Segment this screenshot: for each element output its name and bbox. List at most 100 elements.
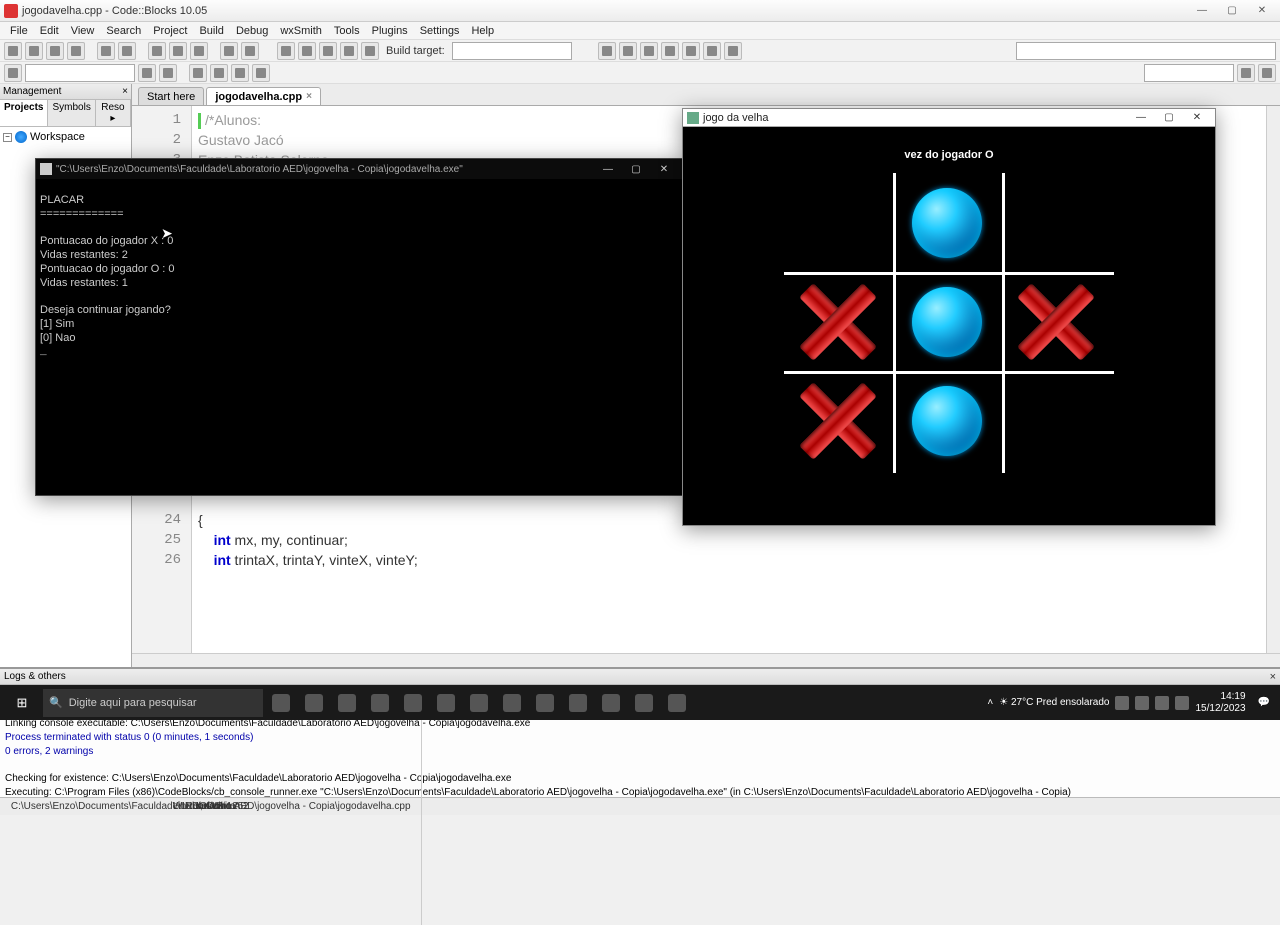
search-go-button[interactable] <box>1237 64 1255 82</box>
board-cell-6[interactable] <box>784 371 893 470</box>
task-icon[interactable] <box>497 688 527 718</box>
task-icon[interactable] <box>431 688 461 718</box>
board-cell-0[interactable] <box>784 173 893 272</box>
rebuild-button[interactable] <box>340 42 358 60</box>
weather-widget[interactable]: ☀ 27°C Pred ensolarado <box>999 697 1109 708</box>
game-window[interactable]: jogo da velha — ▢ ✕ vez do jogador O <box>682 108 1216 526</box>
task-icon[interactable] <box>464 688 494 718</box>
tb2-combo[interactable] <box>25 64 135 82</box>
open-button[interactable] <box>25 42 43 60</box>
menu-tools[interactable]: Tools <box>328 25 366 37</box>
board-cell-5[interactable] <box>1002 272 1111 371</box>
build-button[interactable] <box>277 42 295 60</box>
editor-scrollbar-h[interactable] <box>132 653 1280 667</box>
board-cell-4[interactable] <box>893 272 1002 371</box>
menu-project[interactable]: Project <box>147 25 193 37</box>
tray-expand-icon[interactable]: ˄ <box>987 697 993 708</box>
tray-icon[interactable] <box>1135 696 1149 710</box>
highlight-button[interactable] <box>210 64 228 82</box>
console-close-button[interactable]: ✕ <box>650 164 678 175</box>
build-run-button[interactable] <box>319 42 337 60</box>
find-button[interactable] <box>220 42 238 60</box>
debug-next-button[interactable] <box>619 42 637 60</box>
taskbar-search[interactable]: 🔍 Digite aqui para pesquisar <box>43 689 263 717</box>
board-cell-3[interactable] <box>784 272 893 371</box>
cut-button[interactable] <box>148 42 166 60</box>
debug-stop-button[interactable] <box>703 42 721 60</box>
nav-fwd-button[interactable] <box>159 64 177 82</box>
regex-button[interactable] <box>252 64 270 82</box>
task-icon[interactable] <box>365 688 395 718</box>
copy-button[interactable] <box>169 42 187 60</box>
tab-close-icon[interactable]: × <box>306 91 312 102</box>
menu-settings[interactable]: Settings <box>414 25 466 37</box>
menu-search[interactable]: Search <box>100 25 147 37</box>
game-max-button[interactable]: ▢ <box>1155 112 1183 123</box>
tb2-btn-1[interactable] <box>4 64 22 82</box>
task-icon[interactable] <box>332 688 362 718</box>
menu-wxsmith[interactable]: wxSmith <box>274 25 328 37</box>
debug-info-button[interactable] <box>724 42 742 60</box>
logs-close-icon[interactable]: × <box>1270 671 1276 683</box>
tab-resources[interactable]: Reso ▸ <box>96 100 131 126</box>
abort-button[interactable] <box>361 42 379 60</box>
tab-symbols[interactable]: Symbols <box>48 100 95 126</box>
menu-edit[interactable]: Edit <box>34 25 65 37</box>
board-cell-8[interactable] <box>1002 371 1111 470</box>
tab-projects[interactable]: Projects <box>0 100 48 126</box>
tab-start-here[interactable]: Start here <box>138 87 204 105</box>
menu-build[interactable]: Build <box>193 25 229 37</box>
bookmark-button[interactable] <box>189 64 207 82</box>
task-icon[interactable] <box>662 688 692 718</box>
debug-run-button[interactable] <box>682 42 700 60</box>
case-button[interactable] <box>231 64 249 82</box>
debug-step-button[interactable] <box>598 42 616 60</box>
console-window[interactable]: "C:\Users\Enzo\Documents\Faculdade\Labor… <box>35 158 683 496</box>
menu-plugins[interactable]: Plugins <box>366 25 414 37</box>
console-max-button[interactable]: ▢ <box>622 164 650 175</box>
debug-into-button[interactable] <box>640 42 658 60</box>
workspace-node[interactable]: Workspace <box>30 131 85 143</box>
game-close-button[interactable]: ✕ <box>1183 112 1211 123</box>
tray-icon[interactable] <box>1155 696 1169 710</box>
notifications-icon[interactable]: 💬 <box>1252 697 1276 708</box>
replace-button[interactable] <box>241 42 259 60</box>
tree-expander-icon[interactable]: − <box>3 133 12 142</box>
menu-debug[interactable]: Debug <box>230 25 274 37</box>
board-cell-7[interactable] <box>893 371 1002 470</box>
menu-help[interactable]: Help <box>465 25 500 37</box>
task-icon[interactable] <box>299 688 329 718</box>
task-icon[interactable] <box>596 688 626 718</box>
task-icon[interactable] <box>266 688 296 718</box>
undo-button[interactable] <box>97 42 115 60</box>
close-button[interactable]: ✕ <box>1248 3 1276 19</box>
nav-back-button[interactable] <box>138 64 156 82</box>
console-output[interactable]: PLACAR ============= Pontuacao do jogado… <box>36 179 682 361</box>
task-icon[interactable] <box>530 688 560 718</box>
save-all-button[interactable] <box>67 42 85 60</box>
game-min-button[interactable]: — <box>1127 112 1155 123</box>
toolbar-combo[interactable] <box>1016 42 1276 60</box>
board-cell-1[interactable] <box>893 173 1002 272</box>
task-icon[interactable] <box>398 688 428 718</box>
editor-scrollbar-v[interactable] <box>1266 106 1280 653</box>
board-cell-2[interactable] <box>1002 173 1111 272</box>
save-button[interactable] <box>46 42 64 60</box>
management-close-icon[interactable]: × <box>122 86 128 97</box>
tray-icon[interactable] <box>1175 696 1189 710</box>
build-target-select[interactable] <box>452 42 572 60</box>
task-icon[interactable] <box>629 688 659 718</box>
tray-icon[interactable] <box>1115 696 1129 710</box>
search-field[interactable] <box>1144 64 1234 82</box>
debug-out-button[interactable] <box>661 42 679 60</box>
tab-jogodavelha[interactable]: jogodavelha.cpp× <box>206 87 321 105</box>
start-button[interactable]: ⊞ <box>4 688 40 718</box>
taskbar-clock[interactable]: 14:19 15/12/2023 <box>1195 691 1245 715</box>
run-button[interactable] <box>298 42 316 60</box>
search-opts-button[interactable] <box>1258 64 1276 82</box>
paste-button[interactable] <box>190 42 208 60</box>
redo-button[interactable] <box>118 42 136 60</box>
task-icon[interactable] <box>563 688 593 718</box>
minimize-button[interactable]: — <box>1188 3 1216 19</box>
menu-view[interactable]: View <box>65 25 101 37</box>
